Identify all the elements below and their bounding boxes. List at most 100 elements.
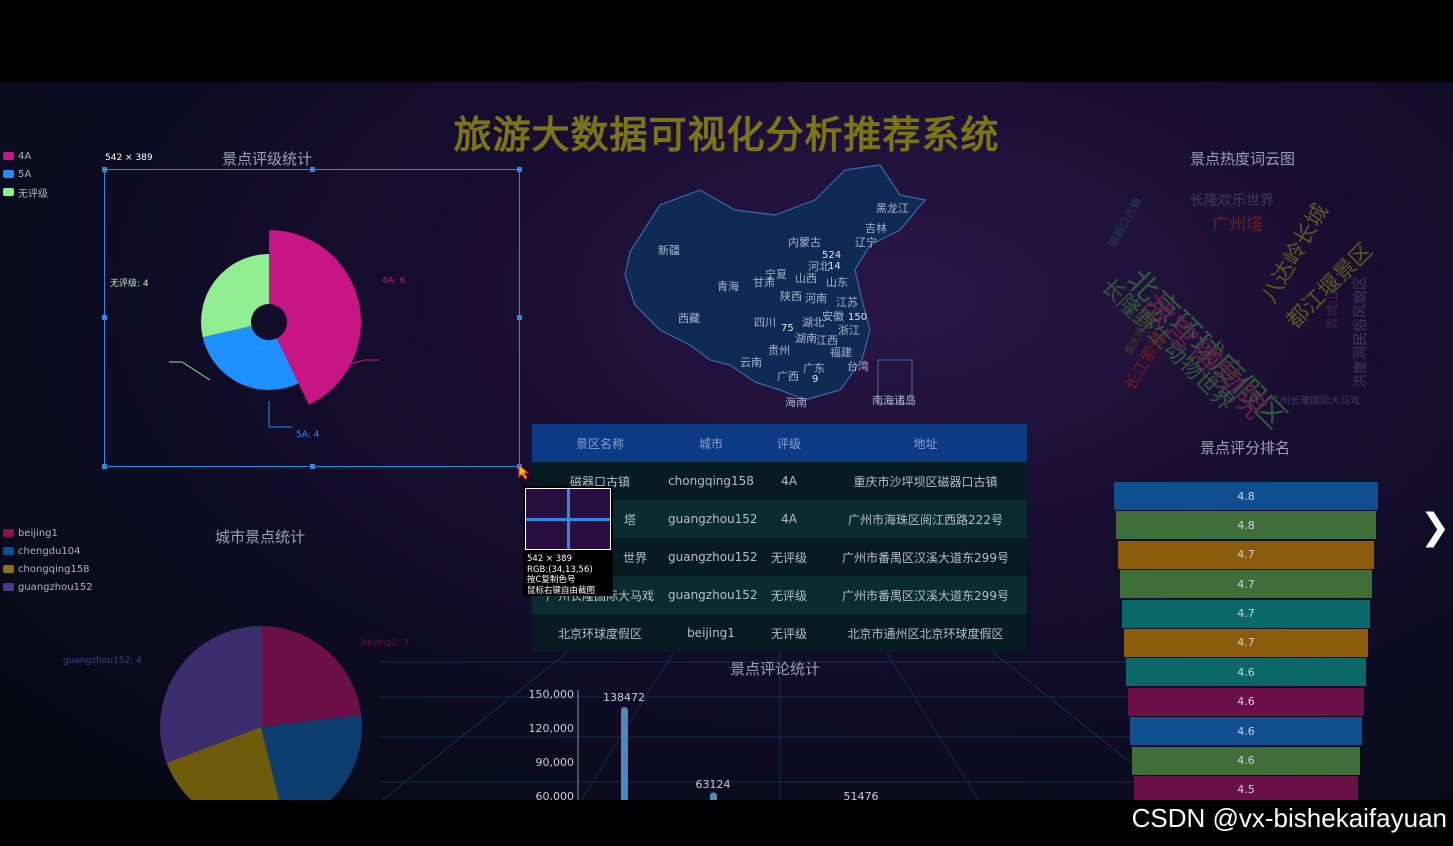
bar-comment-2[interactable] (710, 792, 717, 800)
header-rating[interactable]: 评级 (754, 435, 824, 452)
cell-name: 北京环球度假区 (557, 626, 642, 641)
magnifier-info: 542 × 389 RGB:(34,13,56) 按C复制色号 鼠标右键自由截图 (527, 554, 595, 596)
score-bar[interactable]: 4.8 (1114, 482, 1378, 510)
word[interactable]: 广州塔 (1212, 210, 1263, 235)
magnifier-hint-copy: 按C复制色号 (527, 575, 576, 585)
legend-swatch (3, 170, 14, 178)
province-heilongjiang[interactable]: 黑龙江 (876, 202, 909, 215)
bar-label: 138472 (603, 691, 645, 704)
pie-slice-chengdu104[interactable] (261, 714, 362, 800)
legend-item-chongqing158[interactable]: chongqing158 (3, 560, 93, 578)
province-xizang[interactable]: 西藏 (678, 312, 700, 325)
score-bar[interactable]: 4.7 (1120, 570, 1372, 599)
label-5a: 5A: 4 (296, 430, 320, 440)
y-tick: 150,000 (529, 688, 575, 701)
city-chart-title: 城市景点统计 (215, 528, 306, 546)
y-tick: 60,000 (536, 790, 575, 800)
legend-item-beijing1[interactable]: beijing1 (3, 524, 93, 542)
score-bar[interactable]: 4.6 (1130, 717, 1362, 746)
bar-label: 63124 (696, 778, 731, 791)
province-taiwan[interactable]: 台湾 (847, 359, 869, 373)
word[interactable]: 广州长隆国际大马戏 (1270, 392, 1360, 407)
province-henan[interactable]: 河南 (805, 292, 827, 305)
label-line-5a (268, 401, 292, 428)
table-row[interactable]: 北京环球度假区 beijing1 无评级 北京市通州区北京环球度假区 (532, 614, 1027, 652)
score-bar[interactable]: 4.7 (1124, 628, 1368, 657)
label-guangzhou152: guangzhou152: 4 (63, 656, 142, 666)
province-guizhou[interactable]: 贵州 (768, 344, 790, 357)
province-hainan[interactable]: 海南 (785, 395, 807, 409)
score-bar[interactable]: 4.6 (1128, 687, 1364, 716)
cell-rating: 无评级 (770, 626, 807, 641)
china-map[interactable]: 黑龙江 吉林 辽宁 内蒙古 新疆 西藏 青海 甘肃 宁夏 山西 河北 山东 陕西… (600, 160, 940, 410)
word[interactable]: 磁器口古镇 (1104, 194, 1145, 250)
pie-slice-beijing1[interactable] (261, 626, 362, 727)
province-shaanxi[interactable]: 陕西 (780, 289, 802, 303)
header-name[interactable]: 景区名称 (532, 435, 668, 452)
province-yunnan[interactable]: 云南 (740, 356, 762, 369)
score-bar[interactable]: 4.7 (1118, 540, 1374, 569)
province-jiangsu[interactable]: 江苏 (836, 296, 858, 309)
word[interactable]: 洪崖洞民俗风貌区 (1350, 276, 1370, 388)
province-liaoning[interactable]: 辽宁 (855, 235, 877, 249)
word[interactable]: 长隆欢乐世界 (1190, 190, 1274, 210)
province-hebei[interactable]: 河北 (808, 260, 830, 273)
next-arrow-icon[interactable]: ❯ (1420, 507, 1450, 548)
word[interactable]: 青城山 (1322, 291, 1341, 330)
legend-item-5a[interactable]: 5A (3, 165, 48, 183)
province-hunan[interactable]: 湖南 (795, 332, 817, 345)
province-anhui[interactable]: 安徽 (822, 309, 844, 323)
wordcloud-title: 景点热度词云图 (1190, 150, 1296, 168)
province-qinghai[interactable]: 青海 (717, 279, 739, 293)
legend-item-guangzhou152[interactable]: guangzhou152 (3, 578, 93, 596)
crosshair-vertical (567, 489, 570, 549)
cell-address: 北京市通州区北京环球度假区 (847, 626, 1004, 641)
map-value: 14 (828, 261, 841, 272)
score-bar[interactable]: 4.5 (1134, 775, 1358, 800)
magnifier-size: 542 × 389 (527, 554, 572, 564)
label-beijing1: beijing1: 3 (361, 638, 409, 648)
legend-swatch (3, 529, 14, 537)
province-jilin[interactable]: 吉林 (865, 221, 887, 235)
map-value: 150 (848, 312, 867, 323)
rose-slice-unrated[interactable] (201, 254, 269, 338)
province-shanxi[interactable]: 山西 (795, 272, 817, 285)
legend-swatch (3, 565, 14, 573)
header-address[interactable]: 地址 (824, 435, 1027, 452)
score-chart-title: 景点评分排名 (1200, 439, 1291, 457)
y-tick: 120,000 (529, 722, 575, 735)
score-bar[interactable]: 4.8 (1116, 511, 1376, 540)
city-legend[interactable]: beijing1 chengdu104 chongqing158 guangzh… (3, 524, 93, 596)
province-shandong[interactable]: 山东 (826, 276, 848, 289)
score-bar[interactable]: 4.6 (1132, 746, 1360, 775)
header-city[interactable]: 城市 (668, 435, 754, 452)
score-bar[interactable]: 4.6 (1126, 658, 1366, 687)
legend-swatch (3, 152, 14, 160)
magnifier-rgb: RGB:(34,13,56) (527, 564, 593, 575)
cell-address: 广州市番禺区汉溪大道东299号 (842, 588, 1009, 603)
province-zhejiang[interactable]: 浙江 (838, 324, 860, 337)
cell-rating: 4A (781, 474, 797, 488)
cell-address: 重庆市沙坪坝区磁器口古镇 (853, 474, 998, 489)
cell-city: chongqing158 (668, 474, 754, 488)
province-ningxia[interactable]: 宁夏 (765, 267, 787, 281)
province-nanhai[interactable]: 南海诸岛 (872, 393, 916, 407)
dashboard-stage: 旅游大数据可视化分析推荐系统 景点评级统计 4A 5A 无评级 542 × 38… (0, 82, 1453, 800)
province-hubei[interactable]: 湖北 (802, 316, 824, 329)
cursor-icon (518, 464, 530, 480)
province-xinjiang[interactable]: 新疆 (658, 243, 680, 257)
province-neimenggu[interactable]: 内蒙古 (788, 235, 821, 249)
label-4a: 4A: 6 (382, 276, 406, 286)
score-ranking-chart: 4.8 4.8 4.7 4.7 4.7 4.7 4.6 4.6 4.6 4.6 4.5 (1112, 482, 1382, 800)
legend-item-chengdu104[interactable]: chengdu104 (3, 542, 93, 560)
score-bar[interactable]: 4.7 (1122, 599, 1370, 628)
province-sichuan[interactable]: 四川 (754, 316, 776, 329)
legend-item-unrated[interactable]: 无评级 (3, 183, 48, 201)
label-unrated: 无评级: 4 (110, 279, 149, 289)
rating-legend[interactable]: 4A 5A 无评级 (3, 147, 48, 201)
legend-item-4a[interactable]: 4A (3, 147, 48, 165)
cell-city: guangzhou152 (668, 550, 758, 564)
province-guangxi[interactable]: 广西 (777, 370, 799, 383)
bar-comment-1[interactable] (621, 707, 628, 800)
province-fujian[interactable]: 福建 (830, 345, 852, 359)
